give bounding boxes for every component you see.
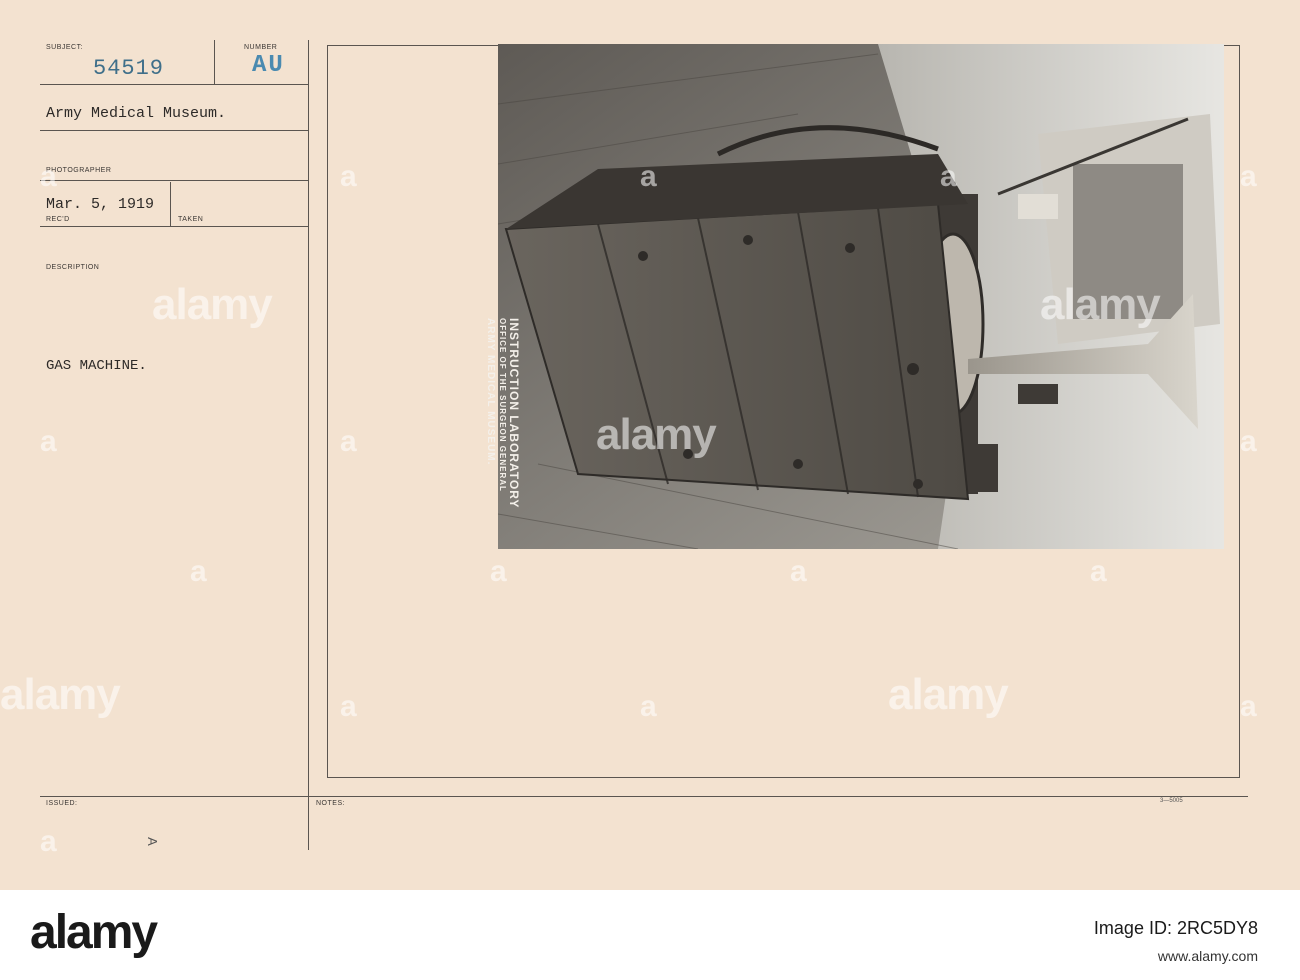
watermark-text: alamy — [596, 410, 717, 459]
photo-caption: INSTRUCTION LABORATORY OFFICE OF THE SUR… — [484, 318, 521, 548]
museum-underline — [40, 130, 308, 131]
watermark-mark: a — [490, 555, 507, 588]
issued-label: ISSUED: — [46, 800, 78, 807]
image-id: Image ID: 2RC5DY8 — [1093, 918, 1258, 938]
watermark-mark: a — [1240, 160, 1257, 193]
description-text: GAS MACHINE. — [46, 358, 147, 374]
number-code: AU — [252, 52, 285, 79]
form-code: 3—5005 — [1160, 798, 1183, 804]
caption-line-1: INSTRUCTION LABORATORY — [507, 318, 521, 509]
watermark-mark: a — [340, 425, 357, 458]
watermark-mark: a — [1240, 425, 1257, 458]
archive-record-card: SUBJECT: 54519 NUMBER AU Army Medical Mu… — [0, 0, 1300, 890]
watermark-text: alamy — [152, 280, 273, 329]
watermark-mark: a — [340, 160, 357, 193]
subject-label: SUBJECT: — [46, 44, 84, 51]
watermark-text: alamy — [888, 670, 1009, 719]
caption-line-3: ARMY MEDICAL MUSEUM. — [485, 318, 496, 466]
watermark-mark: a — [940, 160, 957, 193]
caption-line-2: OFFICE OF THE SURGEON GENERAL — [498, 318, 507, 492]
site-url-link[interactable]: www.alamy.com — [1158, 948, 1258, 964]
watermark-mark: a — [40, 160, 57, 193]
watermark-mark: a — [40, 425, 57, 458]
subject-number: 54519 — [93, 56, 165, 81]
watermark-text: alamy — [1040, 280, 1161, 329]
photographer-underline — [40, 180, 308, 181]
notes-label: NOTES: — [316, 800, 346, 807]
watermark-mark: a — [40, 825, 57, 858]
watermark-mark: a — [190, 555, 207, 588]
left-column-border — [308, 40, 309, 850]
watermark-mark: a — [1240, 690, 1257, 723]
watermark-mark: a — [340, 690, 357, 723]
description-label: DESCRIPTION — [46, 264, 100, 271]
watermark-mark: a — [640, 690, 657, 723]
date-divider — [170, 182, 171, 227]
subject-text: Army Medical Museum. — [46, 105, 227, 122]
received-date: Mar. 5, 1919 — [46, 196, 155, 213]
issued-mark: A — [144, 837, 160, 846]
subject-number-divider — [214, 40, 215, 85]
watermark-mark: a — [640, 160, 657, 193]
date-underline — [40, 226, 308, 227]
watermark-text: alamy — [0, 670, 121, 719]
recd-label: REC'D — [46, 216, 70, 223]
number-label: NUMBER — [244, 44, 278, 51]
watermark-mark: a — [1090, 555, 1107, 588]
taken-label: TAKEN — [178, 216, 204, 223]
subject-underline — [40, 84, 308, 85]
alamy-logo[interactable]: alamy — [30, 905, 158, 960]
watermark-mark: a — [790, 555, 807, 588]
bottom-divider — [40, 796, 1248, 797]
